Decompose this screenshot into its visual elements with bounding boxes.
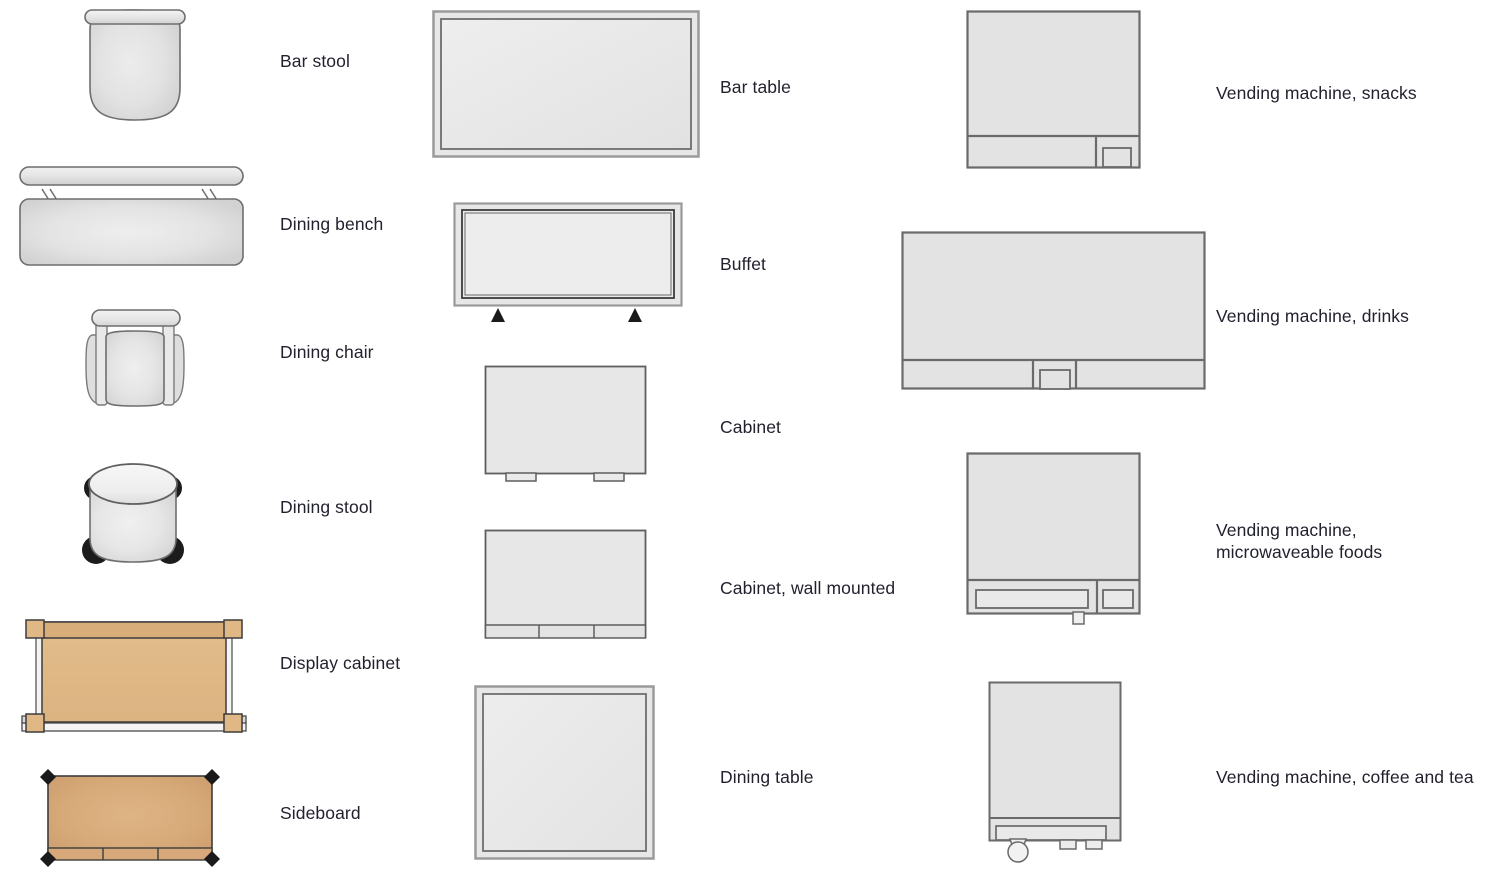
dining-stool-top-view-icon [76,462,191,574]
shape-label-vending-snacks: Vending machine, snacks [1216,83,1417,103]
shape-label-cabinet-wall-mounted: Cabinet, wall mounted [720,578,896,598]
shape-label-sideboard: Sideboard [280,803,361,823]
shape-label-vending-drinks: Vending machine, drinks [1216,306,1409,326]
vending-machine-snacks-top-view-icon [966,10,1146,172]
vending-machine-drinks-top-view-icon [901,231,1211,393]
shape-label-dining-stool: Dining stool [280,497,373,517]
shape-label-dining-chair: Dining chair [280,342,374,362]
bar-table-top-view-icon [432,10,702,160]
buffet-top-view-icon [453,202,693,324]
shape-library-canvas: Bar stool Dining bench Dining chair Dini… [0,0,1500,876]
shape-label-bar-table: Bar table [720,77,791,97]
vending-machine-microwaveable-top-view-icon [966,452,1151,627]
dining-table-top-view-icon [474,685,659,863]
bar-stool-top-view-icon [70,8,200,133]
shape-label-vending-microwaveable: Vending machine, microwaveable foods [1216,520,1383,563]
shape-label-dining-table: Dining table [720,767,814,787]
sideboard-top-view-icon [34,766,229,871]
shape-label-cabinet: Cabinet [720,417,782,437]
cabinet-wall-mounted-top-view-icon [484,529,669,647]
shape-label-display-cabinet: Display cabinet [280,653,401,673]
dining-bench-top-view-icon [14,163,249,273]
display-cabinet-top-view-icon [14,612,254,742]
vending-machine-coffee-tea-top-view-icon [988,681,1148,866]
cabinet-top-view-icon [484,365,669,490]
dining-chair-top-view-icon [80,307,192,417]
shape-label-vending-coffee-tea: Vending machine, coffee and tea [1216,767,1474,787]
